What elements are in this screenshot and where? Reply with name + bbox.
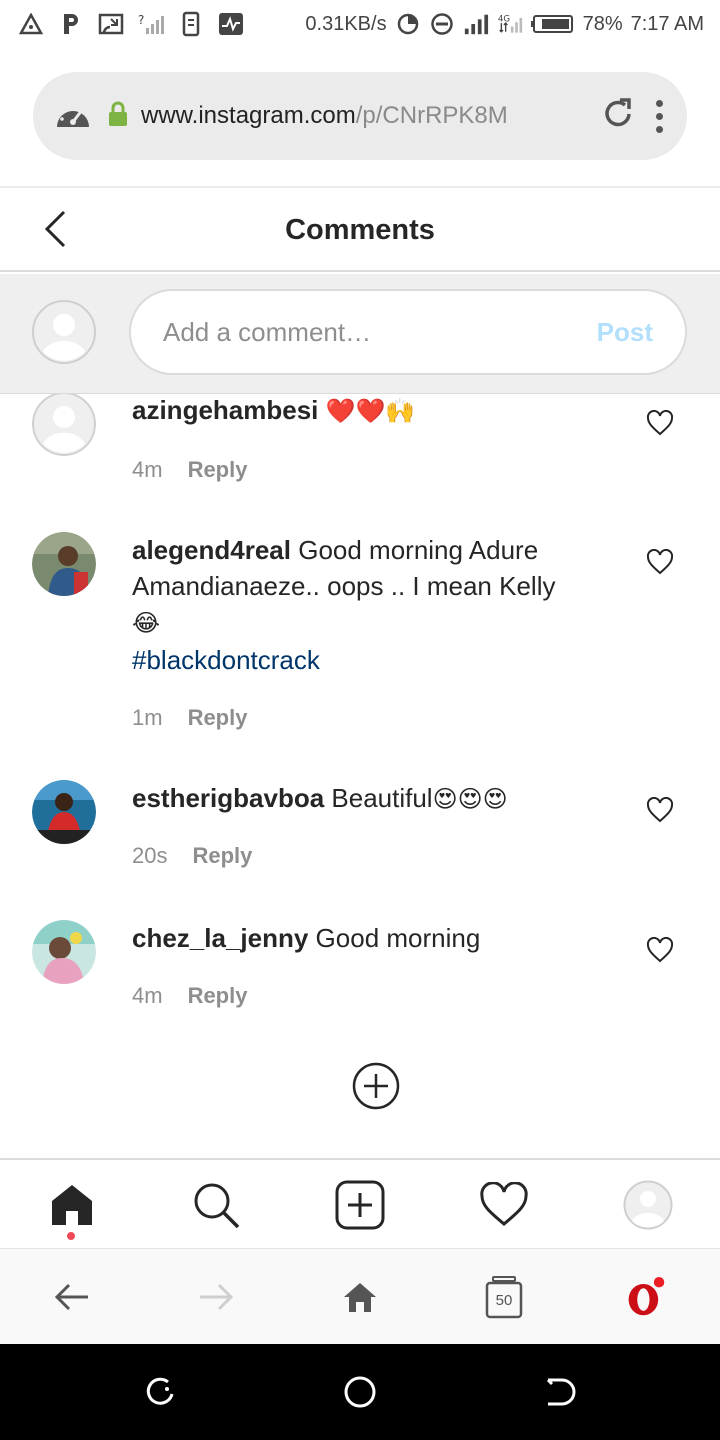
tabs-icon[interactable]: 50 xyxy=(484,1276,524,1319)
comment-time: 20s xyxy=(132,843,168,868)
comment-meta: 4m Reply xyxy=(132,983,247,1009)
reload-icon[interactable] xyxy=(600,96,636,137)
reply-button[interactable]: Reply xyxy=(188,983,248,1009)
bottom-tab-bar xyxy=(0,1158,720,1246)
cast-icon xyxy=(98,11,124,37)
back-arrow-icon[interactable] xyxy=(52,1277,92,1317)
post-button[interactable]: Post xyxy=(597,317,653,348)
comment-text: chez_la_jenny Good morning xyxy=(132,920,602,956)
browser-menu-icon[interactable] xyxy=(656,99,663,133)
comment-text: azingehambesi ❤️❤️🙌 xyxy=(132,394,602,430)
reply-button[interactable]: Reply xyxy=(188,457,248,483)
avatar[interactable] xyxy=(32,780,96,844)
avatar[interactable] xyxy=(32,532,96,596)
parking-icon xyxy=(58,11,84,37)
browser-toolbar: www.instagram.com/p/CNrRPK8M xyxy=(0,48,720,188)
home-button-icon[interactable] xyxy=(342,1374,378,1410)
tab-count: 50 xyxy=(495,1291,513,1309)
recent-apps-icon[interactable] xyxy=(142,1374,178,1410)
speedometer-icon[interactable] xyxy=(53,97,93,136)
battery-icon xyxy=(530,11,575,37)
comment-input[interactable] xyxy=(163,316,563,348)
svg-text:?: ? xyxy=(138,13,144,27)
heart-icon[interactable] xyxy=(646,548,674,580)
add-circle-icon[interactable] xyxy=(352,1062,400,1115)
comment-meta: 20s Reply xyxy=(132,843,252,869)
notification-dot xyxy=(67,1232,75,1240)
no-signal-icon: ? xyxy=(138,11,164,37)
comment-time: 4m xyxy=(132,983,163,1008)
signal-4g-icon: 4G xyxy=(497,11,523,37)
network-speed: 0.31KB/s xyxy=(305,12,387,35)
opera-icon[interactable] xyxy=(626,1277,666,1317)
reply-button[interactable]: Reply xyxy=(192,843,252,869)
comment-time: 4m xyxy=(132,457,163,482)
heart-icon[interactable] xyxy=(646,936,674,968)
comments-list: azingehambesi ❤️❤️🙌 4m Reply alegend4rea… xyxy=(0,394,720,1158)
comment-field: Post xyxy=(129,289,687,375)
comment-meta: 4m Reply xyxy=(132,457,247,483)
avatar[interactable] xyxy=(32,920,96,984)
comment-emoji: ❤️❤️🙌 xyxy=(325,398,416,425)
comment-message: Good morning xyxy=(315,923,481,953)
comment-message: Beautiful xyxy=(331,783,433,813)
activity-monitor-icon xyxy=(218,11,244,37)
reply-button[interactable]: Reply xyxy=(188,705,248,731)
browser-bottom-nav: 50 xyxy=(0,1248,720,1344)
comment-username[interactable]: azingehambesi xyxy=(132,395,318,425)
comment-username[interactable]: chez_la_jenny xyxy=(132,923,308,953)
phone-storage-icon xyxy=(178,11,204,37)
comment-composer: Post xyxy=(0,274,720,394)
comment-username[interactable]: estherigbavboa xyxy=(132,783,324,813)
avatar[interactable] xyxy=(32,394,96,456)
heart-icon[interactable] xyxy=(646,796,674,828)
clock: 7:17 AM xyxy=(630,12,704,35)
comment-emoji: 😂 xyxy=(132,610,161,637)
comments-header: Comments xyxy=(0,190,720,272)
heart-icon[interactable] xyxy=(646,409,674,441)
activity-icon[interactable] xyxy=(479,1180,529,1230)
do-not-disturb-icon xyxy=(429,11,455,37)
system-nav-bar xyxy=(0,1344,720,1440)
new-post-icon[interactable] xyxy=(335,1180,385,1230)
triangle-icon xyxy=(18,11,44,37)
forward-arrow-icon[interactable] xyxy=(196,1277,236,1317)
comment-emoji: 😍😍😍 xyxy=(432,786,508,813)
comment-username[interactable]: alegend4real xyxy=(132,535,291,565)
lock-icon xyxy=(107,101,129,132)
avatar xyxy=(32,300,96,369)
back-button-icon[interactable] xyxy=(542,1374,578,1410)
comment-meta: 1m Reply xyxy=(132,705,247,731)
page-title: Comments xyxy=(285,213,435,246)
comment-time: 1m xyxy=(132,705,163,730)
search-icon[interactable] xyxy=(191,1180,241,1230)
status-bar: ? 0.31KB/s 4G 78% 7:17 AM xyxy=(0,0,720,48)
comment-text: alegend4real Good morning Adure Amandian… xyxy=(132,532,602,678)
comment-text: estherigbavboa Beautiful😍😍😍 xyxy=(132,780,602,818)
svg-text:4G: 4G xyxy=(497,14,509,24)
profile-icon[interactable] xyxy=(623,1180,673,1230)
data-saver-icon xyxy=(395,11,421,37)
address-bar[interactable]: www.instagram.com/p/CNrRPK8M xyxy=(33,72,687,160)
hashtag-link[interactable]: #blackdontcrack xyxy=(132,645,320,675)
url-text[interactable]: www.instagram.com/p/CNrRPK8M xyxy=(141,102,546,130)
browser-home-icon[interactable] xyxy=(340,1277,380,1317)
home-icon[interactable] xyxy=(47,1180,97,1230)
battery-percent: 78% xyxy=(582,12,623,35)
signal-icon xyxy=(463,11,489,37)
back-icon[interactable] xyxy=(40,208,72,255)
